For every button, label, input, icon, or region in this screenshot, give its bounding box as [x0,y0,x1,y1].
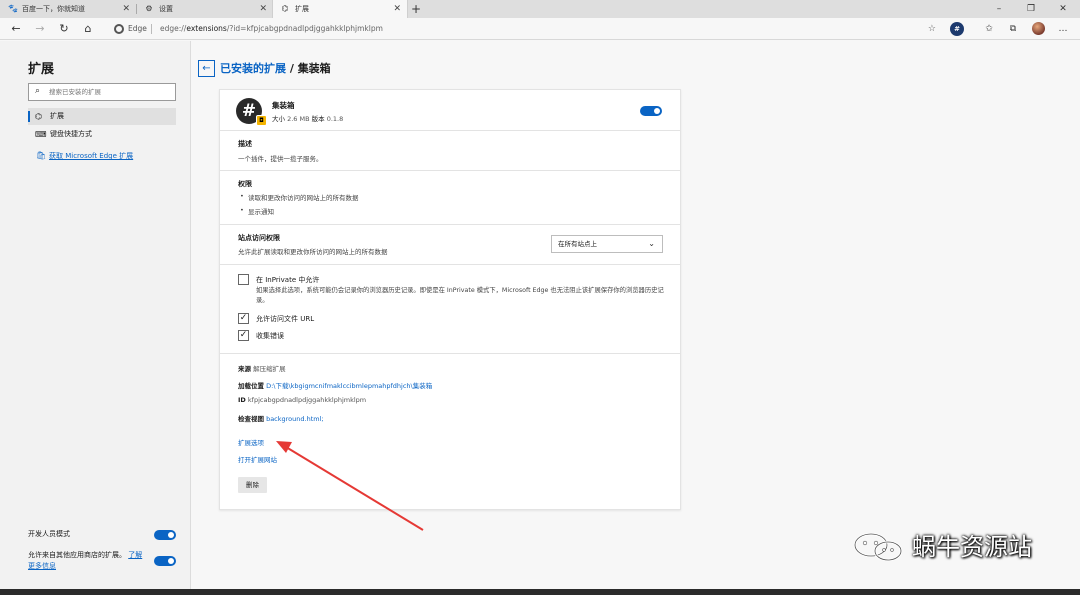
watermark-text: 蜗牛资源站 [912,533,1032,561]
browser-window: 🐾 百度一下，你就知道 ✕ ⚙ 设置 ✕ ⌬ 扩展 ✕ + – ❐ ✕ ← → … [0,0,1080,595]
wechat-icon [853,532,903,562]
annotation-arrow [276,441,424,531]
taskbar-edge [0,589,1080,595]
